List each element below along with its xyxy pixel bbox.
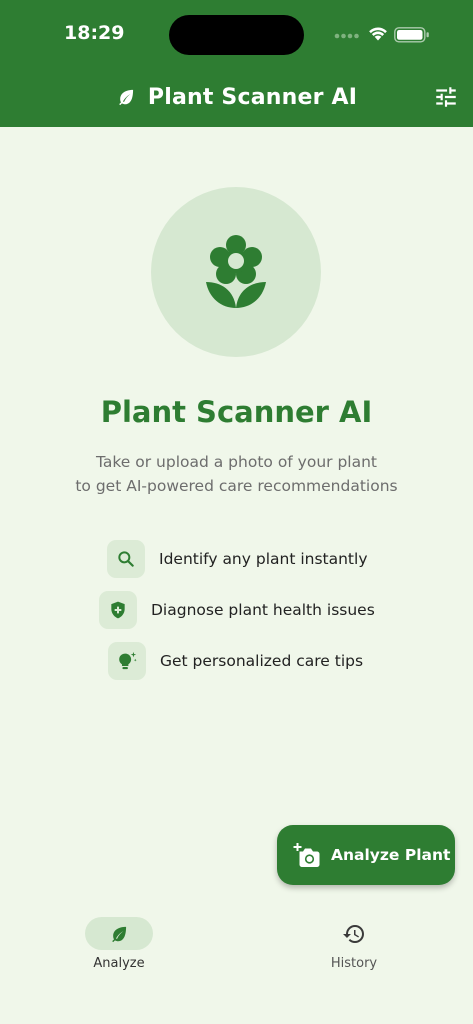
feature-label: Get personalized care tips: [160, 652, 364, 670]
app-bar-title: Plant Scanner AI: [147, 84, 358, 110]
status-icons: [334, 24, 434, 46]
analyze-plant-button[interactable]: Analyze Plant: [277, 825, 455, 885]
status-bar: 18:29: [0, 0, 473, 66]
analyze-plant-label: Analyze Plant: [331, 846, 451, 864]
nav-label-history: History: [330, 956, 378, 971]
add-camera-icon: [293, 843, 320, 867]
battery-icon: [394, 27, 429, 43]
feature-icon-box: [108, 642, 146, 680]
lightbulb-sparkle-icon: [119, 651, 137, 670]
dynamic-island: [169, 15, 304, 55]
leaf-icon: [112, 926, 127, 942]
feature-label: Identify any plant instantly: [159, 550, 368, 568]
bottom-navigation: Analyze History: [0, 905, 473, 985]
settings-tune-button[interactable]: [433, 84, 459, 110]
status-time: 18:29: [64, 22, 125, 44]
history-icon: [343, 924, 364, 943]
nav-active-indicator: [85, 917, 153, 950]
hero-plant-illustration: [151, 187, 321, 357]
feature-item-care-tips: Get personalized care tips: [108, 642, 363, 680]
leaf-icon: [119, 89, 133, 106]
feature-item-diagnose: Diagnose plant health issues: [99, 591, 375, 629]
nav-item-analyze[interactable]: Analyze: [59, 917, 179, 977]
feature-item-identify: Identify any plant instantly: [107, 540, 368, 578]
wifi-icon: [369, 27, 387, 41]
page-title: Plant Scanner AI: [100, 395, 373, 429]
search-icon: [118, 551, 134, 567]
app-bar-title-group: Plant Scanner AI: [0, 80, 473, 114]
page-subtitle: Take or upload a photo of your plant to …: [40, 450, 433, 498]
feature-label: Diagnose plant health issues: [151, 601, 375, 619]
flower-icon: [206, 235, 266, 308]
signal-icon: [334, 33, 359, 39]
nav-item-history[interactable]: History: [294, 917, 414, 977]
tune-icon: [436, 87, 456, 107]
feature-icon-box: [99, 591, 137, 629]
subtitle-line-1: Take or upload a photo of your plant: [95, 453, 378, 471]
feature-icon-box: [107, 540, 145, 578]
nav-icon-wrap: [320, 917, 388, 950]
health-shield-icon: [111, 601, 125, 619]
nav-label-analyze: Analyze: [93, 956, 145, 971]
subtitle-line-2: to get AI-powered care recommendations: [75, 477, 398, 495]
app-bar: 18:29 Plant Scanner AI: [0, 0, 473, 127]
